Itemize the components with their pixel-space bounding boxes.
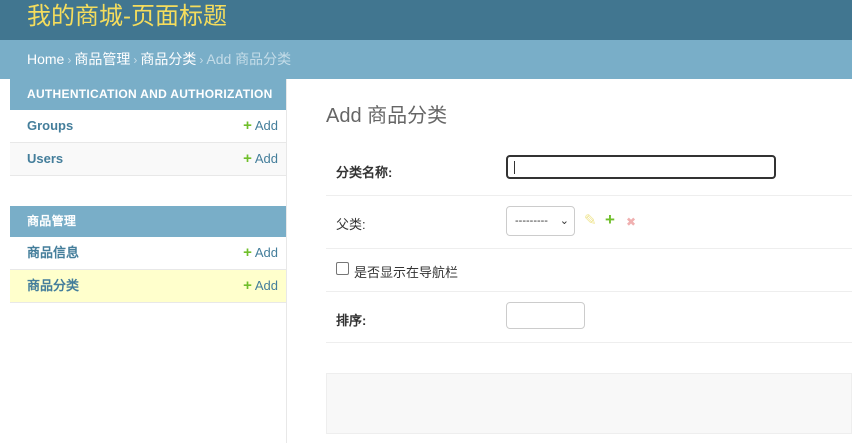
add-link-label: Add [254, 118, 278, 133]
sort-label: 排序: [336, 313, 367, 328]
sidebar-item-label[interactable]: Groups [27, 110, 73, 142]
plus-icon: + [243, 150, 252, 167]
name-label: 分类名称: [336, 165, 393, 180]
delete-icon[interactable]: ✖ [626, 213, 636, 231]
breadcrumb-model[interactable]: 商品分类 [140, 51, 196, 67]
sidebar-item-goods-info: 商品信息 + Add [10, 237, 286, 270]
chevron-down-icon: ⌄ [559, 215, 569, 227]
add-users-link[interactable]: + Add [243, 143, 278, 175]
main-content: Add 商品分类 分类名称: 父类: --------- ⌄ ✎ + ✖ 是否显… [326, 79, 852, 443]
submit-row [326, 373, 852, 434]
plus-icon[interactable]: + [605, 211, 615, 229]
sidebar-nav: AUTHENTICATION AND AUTHORIZATION Groups … [0, 79, 287, 443]
parent-select-value: --------- [515, 215, 548, 227]
add-groups-link[interactable]: + Add [243, 110, 278, 142]
form-row-sort: 排序: [326, 292, 852, 343]
site-title[interactable]: 我的商城-页面标题 [27, 2, 227, 32]
module-auth: AUTHENTICATION AND AUTHORIZATION Groups … [10, 79, 286, 176]
parent-label: 父类: [336, 217, 366, 232]
breadcrumb-separator: › [199, 53, 204, 67]
sidebar-item-groups: Groups + Add [10, 110, 286, 143]
breadcrumb-separator: › [133, 53, 138, 67]
pencil-icon[interactable]: ✎ [584, 212, 597, 230]
plus-icon: + [243, 244, 252, 261]
form-row-show-nav: 是否显示在导航栏 [326, 249, 852, 292]
show-in-nav-checkbox[interactable] [336, 262, 349, 275]
module-caption-goods[interactable]: 商品管理 [10, 206, 286, 237]
parent-select[interactable]: --------- ⌄ [506, 206, 575, 236]
breadcrumb-current: Add 商品分类 [206, 51, 292, 67]
page-title: Add 商品分类 [326, 105, 448, 127]
plus-icon: + [243, 117, 252, 134]
sidebar-item-label[interactable]: 商品分类 [27, 270, 79, 302]
breadcrumb: Home › 商品管理 › 商品分类 › Add 商品分类 [0, 40, 852, 79]
module-goods: 商品管理 商品信息 + Add 商品分类 + Add [10, 206, 286, 303]
sidebar-item-users: Users + Add [10, 143, 286, 176]
add-link-label: Add [254, 278, 278, 293]
add-goods-category-link[interactable]: + Add [243, 270, 278, 302]
sort-order-input[interactable] [506, 302, 585, 329]
text-caret [514, 161, 515, 174]
module-caption-auth[interactable]: AUTHENTICATION AND AUTHORIZATION [10, 79, 286, 110]
site-header: 我的商城-页面标题 [0, 0, 852, 40]
breadcrumb-home[interactable]: Home [27, 51, 64, 67]
sidebar-item-label[interactable]: Users [27, 143, 63, 175]
breadcrumb-separator: › [67, 53, 72, 67]
add-link-label: Add [254, 151, 278, 166]
sidebar-item-label[interactable]: 商品信息 [27, 237, 79, 269]
plus-icon: + [243, 277, 252, 294]
breadcrumb-app[interactable]: 商品管理 [74, 51, 130, 67]
add-goods-info-link[interactable]: + Add [243, 237, 278, 269]
sidebar-item-goods-category: 商品分类 + Add [10, 270, 286, 303]
category-name-input[interactable] [506, 155, 776, 179]
add-link-label: Add [254, 245, 278, 260]
show-in-nav-label[interactable]: 是否显示在导航栏 [354, 262, 458, 281]
